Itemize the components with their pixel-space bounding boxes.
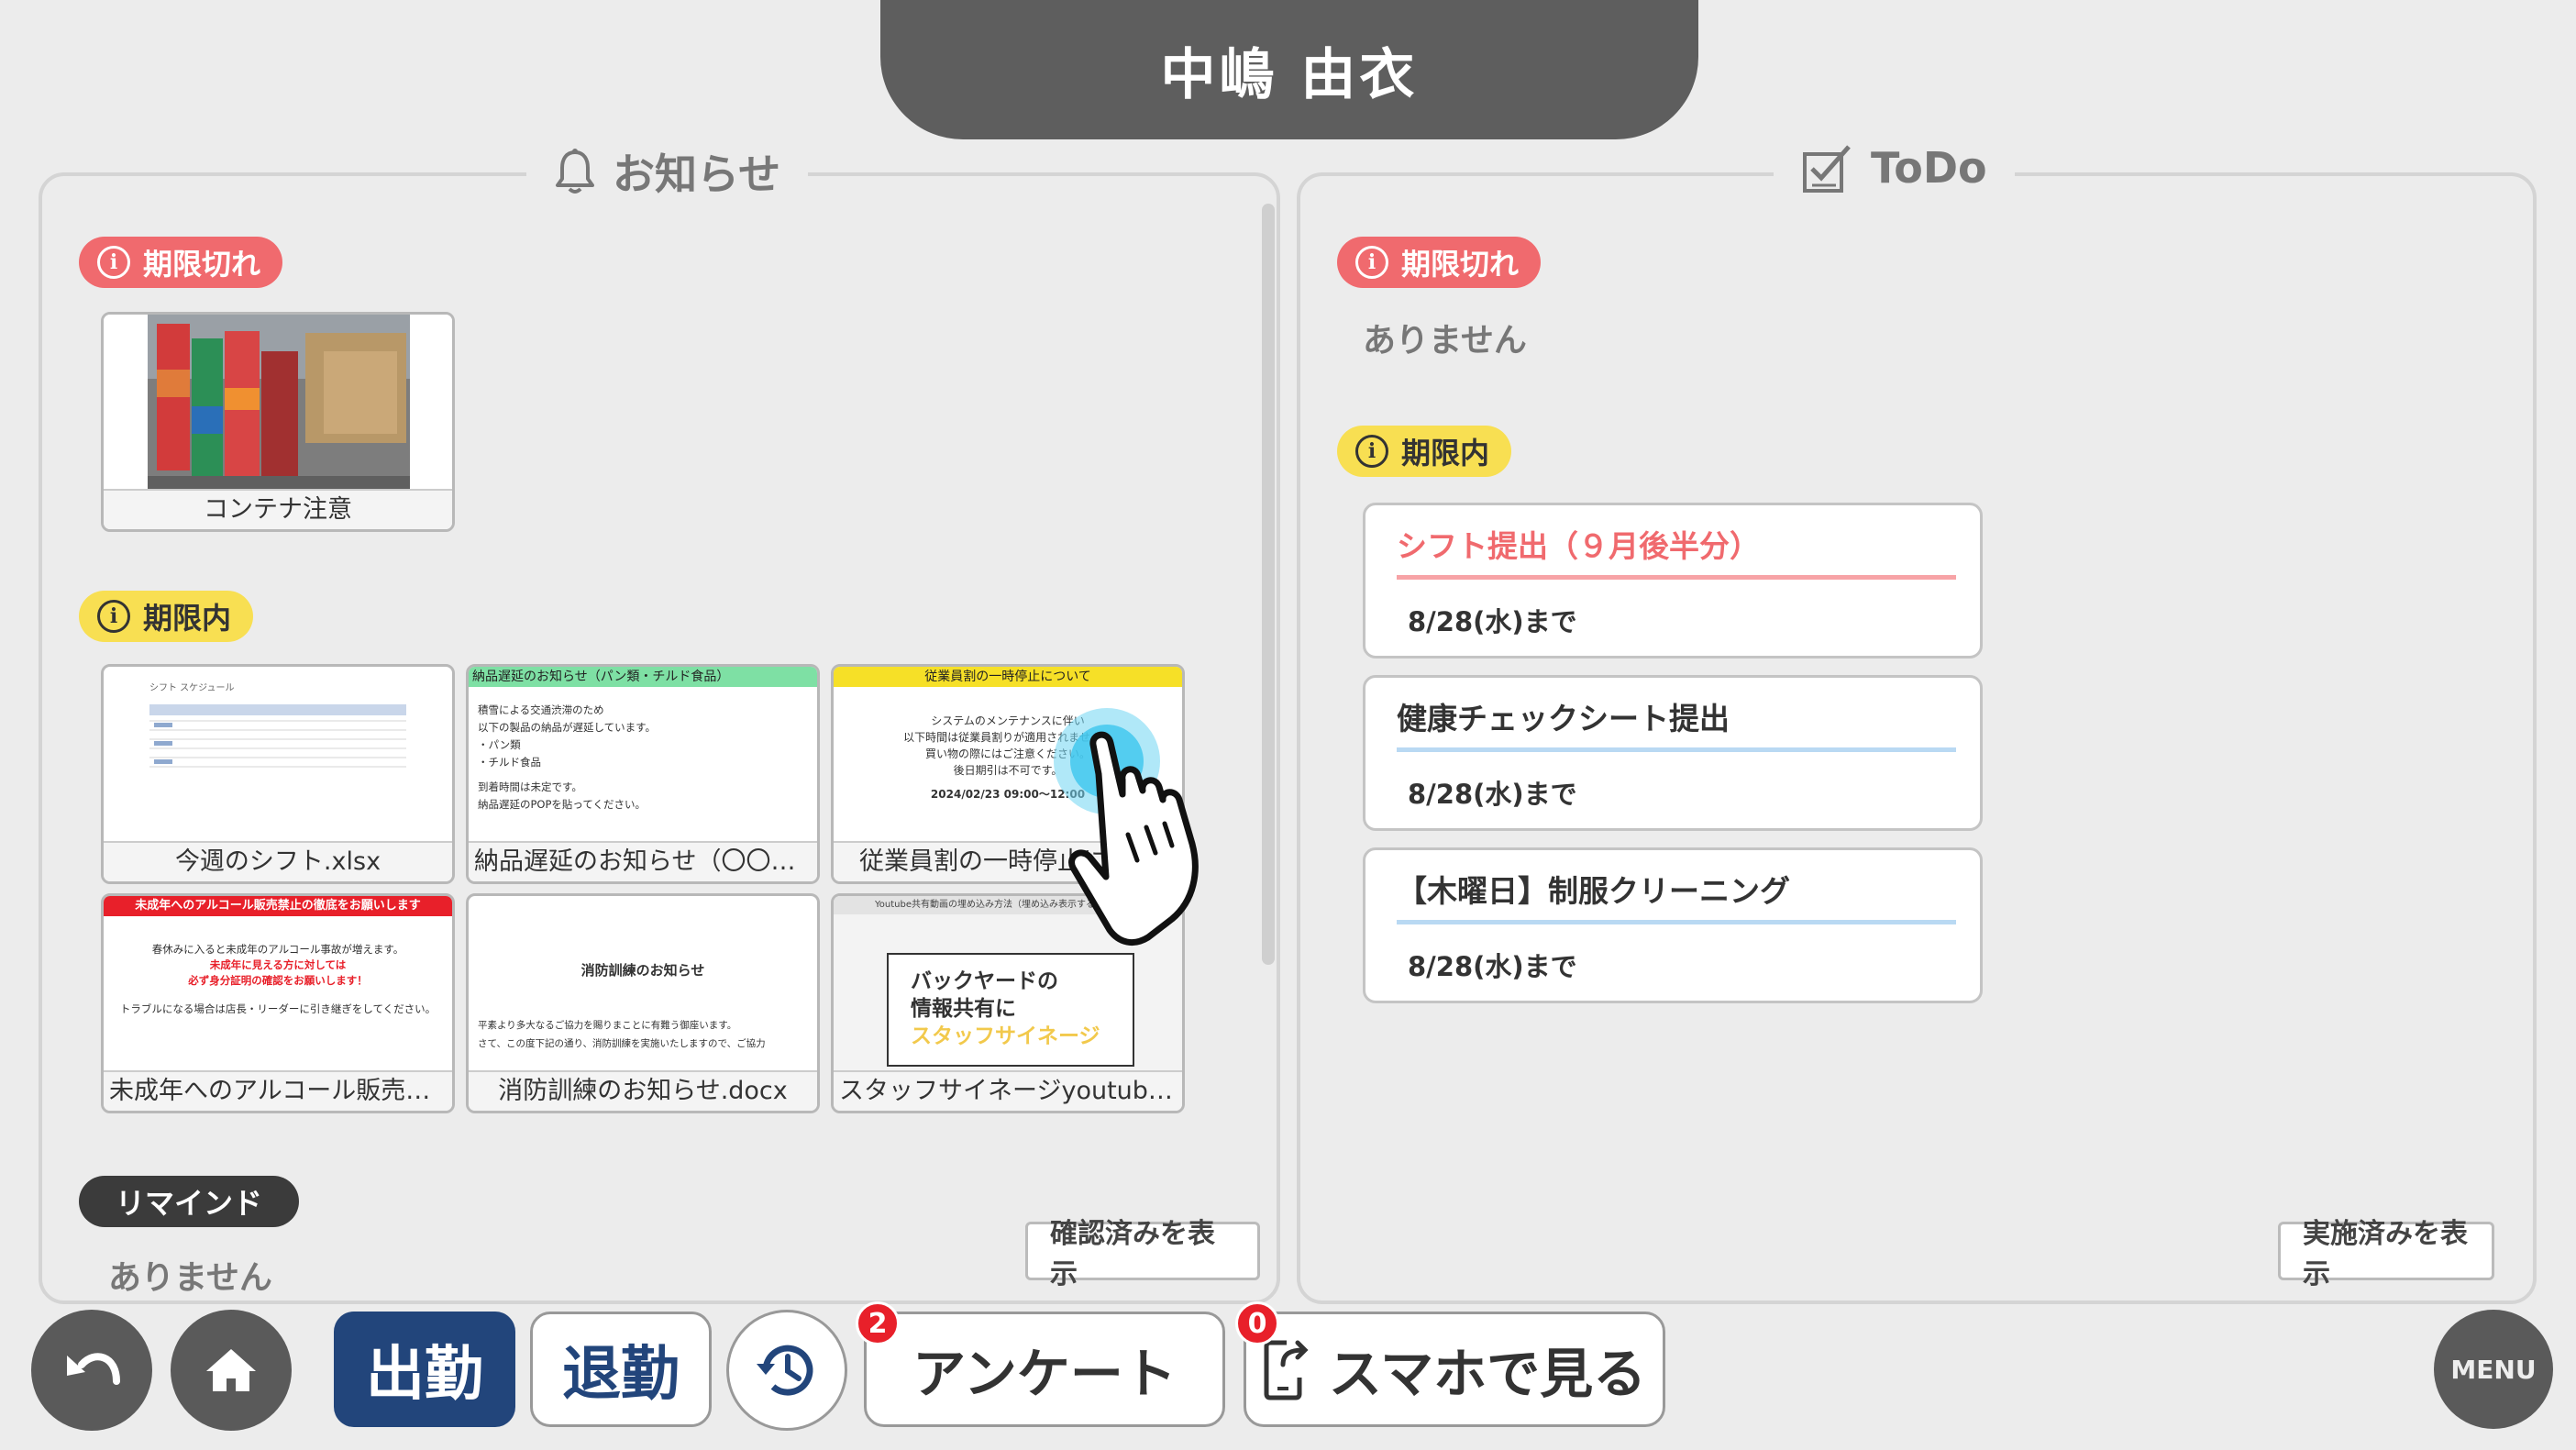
notices-title: お知らせ (526, 141, 809, 202)
document-preview: 納品遅延のお知らせ（パン類・チルド食品） 積雪による交通渋滞のため 以下の製品の… (469, 667, 817, 841)
info-icon: i (1355, 246, 1388, 279)
todo-item-divider (1397, 747, 1956, 752)
todo-check-icon (1803, 145, 1851, 193)
notice-caption: 未成年へのアルコール販売禁… (104, 1070, 452, 1111)
spreadsheet-preview: シフト スケジュール (104, 667, 452, 841)
todo-expired-empty-text: ありません (1363, 322, 1527, 360)
smartphone-view-button[interactable]: スマホで見る 0 (1235, 1301, 1665, 1427)
notice-item-container[interactable]: コンテナ注意 (101, 312, 455, 532)
notice-item-delivery-delay[interactable]: 納品遅延のお知らせ（パン類・チルド食品） 積雪による交通渋滞のため 以下の製品の… (466, 664, 820, 884)
todo-title: ToDo (1774, 141, 2015, 194)
todo-item[interactable]: 【木曜日】制服クリーニング 8/28(水)まで (1363, 847, 1983, 1003)
notice-caption: コンテナ注意 (104, 489, 452, 529)
bell-icon (556, 149, 594, 194)
notice-caption: 消防訓練のお知らせ.docx (469, 1070, 817, 1111)
todo-item-due: 8/28(水)まで (1408, 951, 1577, 982)
active-badge: i 期限内 (79, 591, 254, 642)
back-button[interactable] (31, 1310, 152, 1431)
info-icon: i (97, 246, 130, 279)
todo-item-due: 8/28(水)まで (1408, 606, 1577, 637)
todo-expired-badge: i 期限切れ (1337, 237, 1542, 288)
expired-badge: i 期限切れ (79, 237, 283, 288)
notice-item-shift[interactable]: シフト スケジュール 今週のシフト.xlsx (101, 664, 455, 884)
container-photo (104, 315, 452, 489)
back-arrow-icon (67, 1353, 120, 1385)
info-icon: i (1355, 435, 1388, 468)
survey-label: アンケート (912, 1343, 1177, 1405)
todo-item-title: 健康チェックシート提出 (1397, 701, 1730, 736)
smartphone-count-badge: 0 (1235, 1301, 1279, 1345)
user-name-header: 中嶋 由衣 (880, 0, 1698, 139)
survey-count-badge: 2 (856, 1301, 900, 1345)
home-icon (206, 1349, 256, 1391)
todo-active-badge: i 期限内 (1337, 426, 1512, 477)
document-preview: 未成年へのアルコール販売禁止の徹底をお願いします 春休みに入ると未成年のアルコー… (104, 896, 452, 1070)
history-button[interactable] (726, 1310, 847, 1431)
user-name: 中嶋 由衣 (1160, 42, 1419, 107)
survey-button[interactable]: アンケート 2 (856, 1301, 1225, 1427)
todo-item-divider (1397, 920, 1956, 924)
notice-item-fire-drill[interactable]: 消防訓練のお知らせ 平素より多大なるご協力を賜りまことに有難う御座います。 さて… (466, 893, 820, 1113)
pointer-hand-icon (1045, 706, 1284, 954)
document-preview: 消防訓練のお知らせ 平素より多大なるご協力を賜りまことに有難う御座います。 さて… (478, 962, 766, 1049)
history-icon (757, 1345, 813, 1396)
smartphone-view-label: スマホで見る (1328, 1343, 1647, 1405)
todo-item-title: 【木曜日】制服クリーニング (1397, 873, 1790, 909)
todo-panel: ToDo i 期限切れ ありません i 期限内 シフト提出（９月後半分） 8/2… (1297, 141, 2537, 1304)
notice-item-alcohol[interactable]: 未成年へのアルコール販売禁止の徹底をお願いします 春休みに入ると未成年のアルコー… (101, 893, 455, 1113)
remind-empty-text: ありません (108, 1259, 272, 1297)
clock-in-button[interactable]: 出勤 (334, 1312, 515, 1427)
notice-caption: 納品遅延のお知らせ（〇〇ガ… (469, 841, 817, 881)
menu-button[interactable]: MENU (2434, 1310, 2553, 1429)
show-confirmed-button[interactable]: 確認済みを表示 (1025, 1218, 1260, 1290)
todo-item[interactable]: シフト提出（９月後半分） 8/28(水)まで (1363, 503, 1983, 659)
show-done-button[interactable]: 実施済みを表示 (2278, 1218, 2494, 1290)
info-icon: i (97, 600, 130, 633)
notice-caption: 今週のシフト.xlsx (104, 841, 452, 881)
todo-item[interactable]: 健康チェックシート提出 8/28(水)まで (1363, 675, 1983, 831)
todo-item-title: シフト提出（９月後半分） (1397, 528, 1760, 564)
todo-item-due: 8/28(水)まで (1408, 779, 1577, 810)
remind-badge: リマインド (79, 1176, 300, 1227)
home-button[interactable] (171, 1310, 292, 1431)
phone-share-icon (1264, 1340, 1309, 1400)
notice-caption: スタッフサイネージyoutube… (834, 1070, 1182, 1111)
clock-out-button[interactable]: 退勤 (530, 1312, 712, 1427)
todo-item-divider (1397, 575, 1956, 580)
